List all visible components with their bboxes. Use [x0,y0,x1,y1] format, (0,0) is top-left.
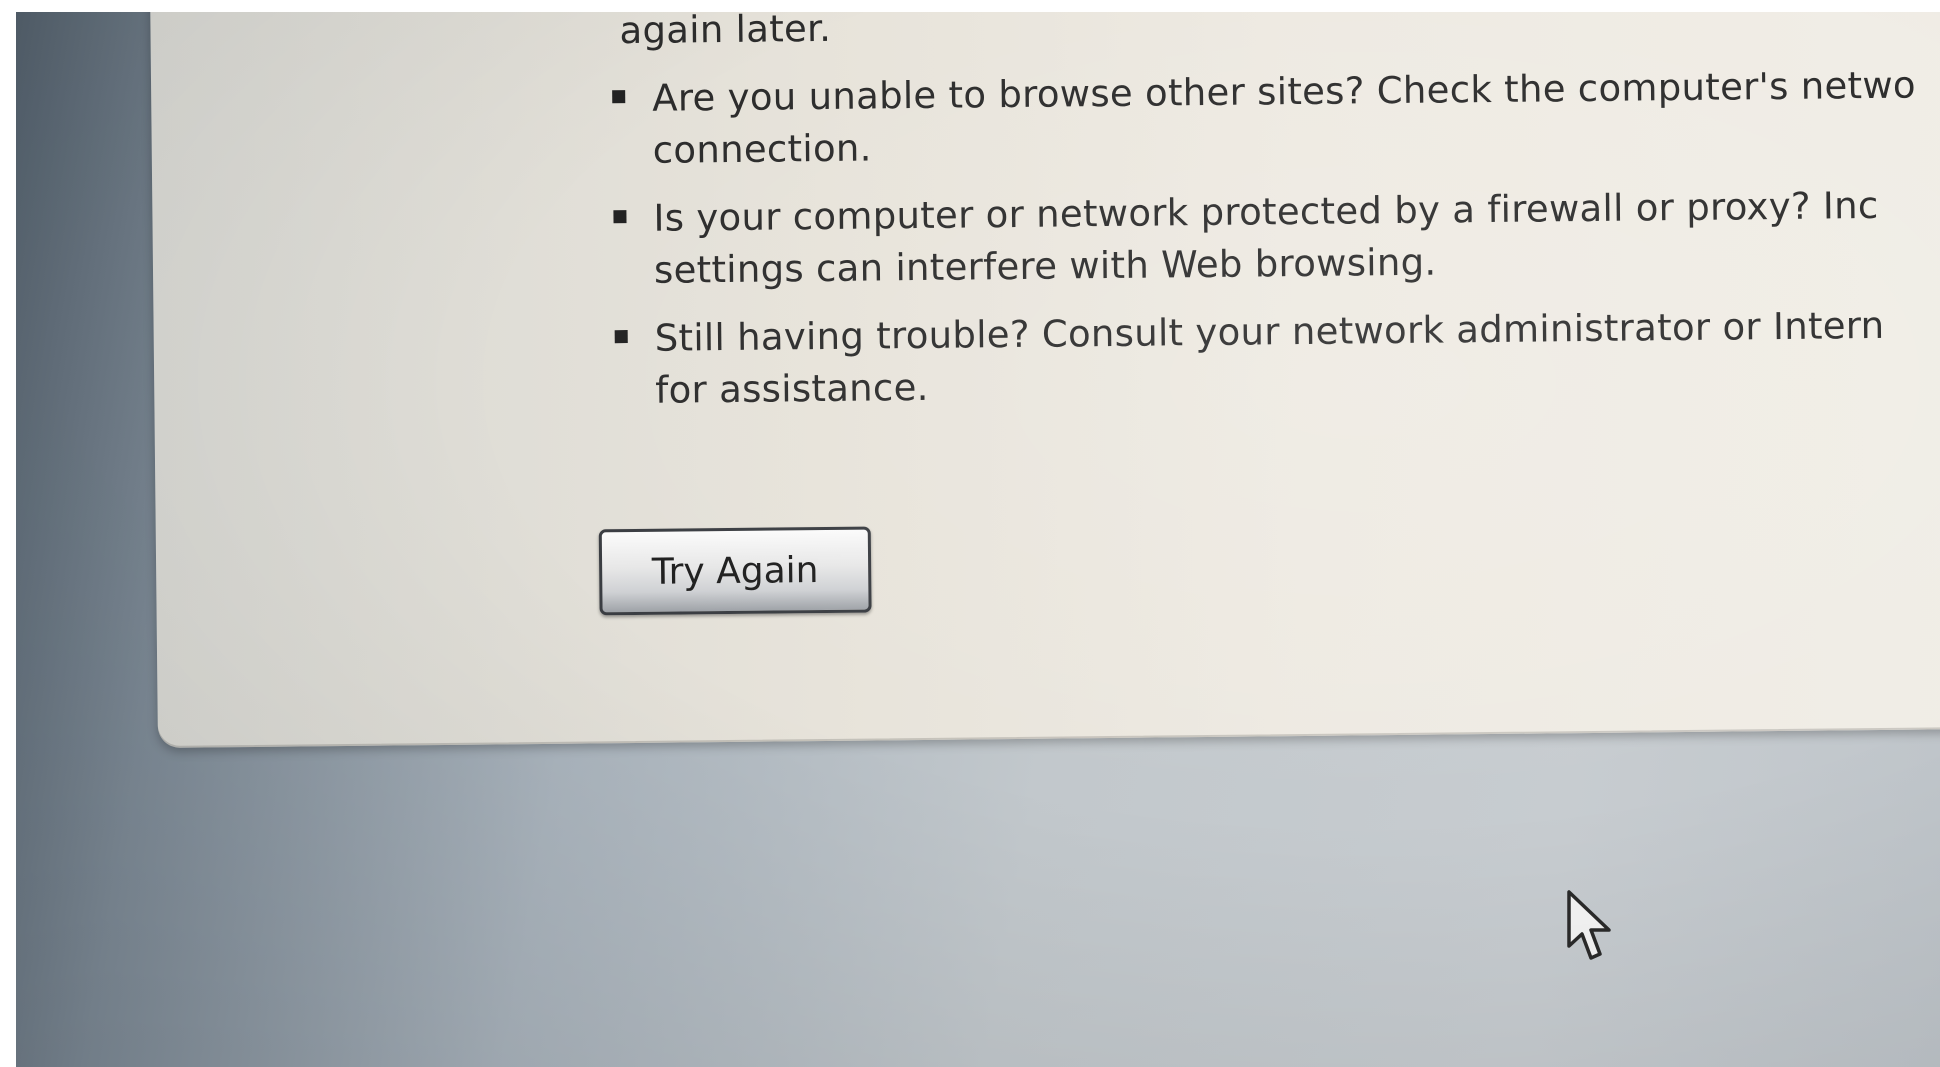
square-bullet-icon [614,330,628,344]
browser-viewport: again later. Are you unable to browse ot… [16,12,1940,1067]
suggestion-item: Still having trouble? Consult your netwo… [608,298,1940,418]
partial-text-line: again later. [619,12,832,53]
square-bullet-icon [612,90,626,104]
mouse-pointer-icon [1567,890,1611,960]
error-panel: again later. Are you unable to browse ot… [149,12,1940,748]
square-bullet-icon [613,210,627,224]
suggestion-list: Are you unable to browse other sites? Ch… [606,58,1940,418]
suggestion-item: Is your computer or network protected by… [607,178,1940,298]
error-text-block: again later. Are you unable to browse ot… [605,12,1940,433]
suggestion-item: Are you unable to browse other sites? Ch… [606,58,1940,178]
try-again-button[interactable]: Try Again [598,526,872,616]
